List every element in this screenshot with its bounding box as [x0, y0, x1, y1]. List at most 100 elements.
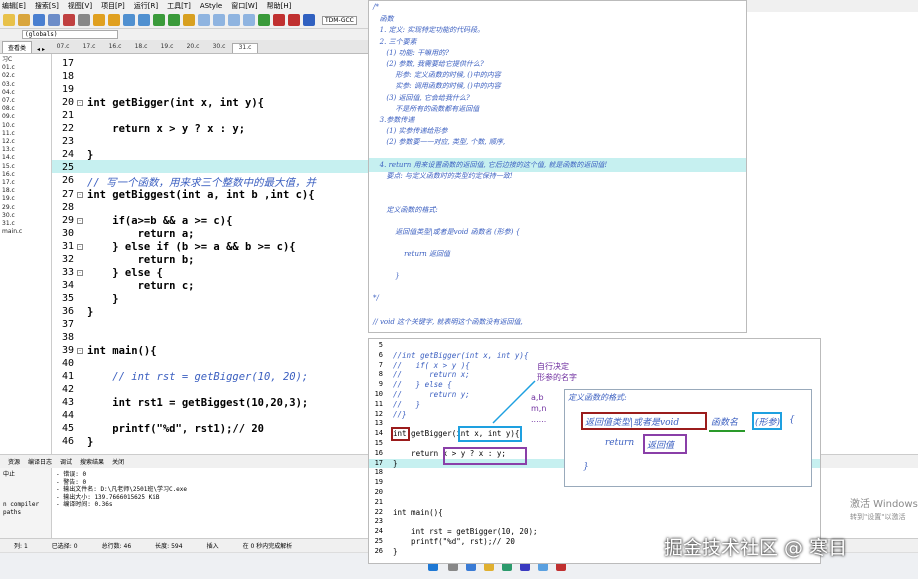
compile-run-icon[interactable] [243, 14, 255, 26]
file-tab[interactable]: 17.c [76, 43, 102, 53]
run-icon[interactable] [228, 14, 240, 26]
chart-icon[interactable] [288, 14, 300, 26]
right-line-number: 15 [374, 439, 383, 447]
bottom-tab[interactable]: 搜索结果 [80, 457, 104, 466]
line-number: 40 [61, 358, 74, 370]
fold-toggle-icon[interactable]: - [77, 191, 83, 198]
watermark: 掘金技术社区 @ 寒日 [664, 537, 848, 559]
save-all-icon[interactable] [48, 14, 60, 26]
compile-log: 中止 n compiler paths - 错误: 0- 警告: 0- 输出文件名… [0, 468, 370, 538]
find-icon[interactable] [123, 14, 135, 26]
note-line: 形参: 定义函数的时候, ()中的内容 [373, 71, 501, 80]
menu-item[interactable]: 运行[R] [134, 1, 158, 11]
menu-item[interactable]: 项目[P] [101, 1, 125, 11]
tree-item[interactable]: 11.c [2, 130, 51, 138]
tree-item[interactable]: 04.c [2, 89, 51, 97]
menu-item[interactable]: 窗口[W] [231, 1, 257, 11]
line-number: 34 [61, 279, 74, 291]
code-line: } [87, 149, 94, 162]
print-icon[interactable] [78, 14, 90, 26]
tree-item[interactable]: 15.c [2, 163, 51, 171]
indent-icon[interactable] [153, 14, 165, 26]
tree-item[interactable]: 07.c [2, 97, 51, 105]
open-icon[interactable] [18, 14, 30, 26]
tree-item[interactable]: 01.c [2, 64, 51, 72]
tree-item[interactable]: main.c [2, 228, 51, 236]
bookmark-icon[interactable] [183, 14, 195, 26]
tab-scroll-arrows[interactable]: ◂ ▸ [32, 46, 50, 53]
fold-toggle-icon[interactable]: - [77, 217, 83, 224]
save-icon[interactable] [33, 14, 45, 26]
fold-toggle-icon[interactable]: - [77, 269, 83, 276]
annot-self-decide: 自行决定 [537, 362, 569, 371]
right-line-number: 26 [374, 546, 383, 555]
stop-icon[interactable] [303, 14, 315, 26]
menu-item[interactable]: AStyle [200, 2, 222, 10]
right-line-number: 22 [374, 507, 383, 516]
menu-item[interactable]: 工具[T] [167, 1, 191, 11]
globals-select[interactable]: (globals) [22, 30, 118, 39]
right-line-number: 24 [374, 527, 383, 536]
right-line-number: 23 [374, 517, 383, 526]
tree-item[interactable]: 17.c [2, 179, 51, 187]
compile-icon[interactable] [213, 14, 225, 26]
tree-item[interactable]: 12.c [2, 138, 51, 146]
note-line: 3.参数传递 [373, 116, 415, 124]
redo-icon[interactable] [108, 14, 120, 26]
file-tab[interactable]: 07.c [50, 43, 76, 53]
close-icon[interactable] [63, 14, 75, 26]
tree-item[interactable]: 14.c [2, 154, 51, 162]
right-code-line: } [393, 546, 398, 556]
return-expr-box [443, 447, 527, 465]
status-length: 长度: 594 [155, 543, 183, 550]
tree-item[interactable]: 13.c [2, 146, 51, 154]
bottom-tab[interactable]: 资源 [8, 457, 20, 466]
tree-item[interactable]: 30.c [2, 212, 51, 220]
undo-icon[interactable] [93, 14, 105, 26]
code-line: // int rst = getBigger(10, 20); [87, 371, 309, 384]
line-number: 33 [61, 266, 74, 278]
bottom-tab[interactable]: 调试 [60, 457, 72, 466]
menu-item[interactable]: 视图[V] [68, 1, 92, 11]
tree-item[interactable]: 03.c [2, 81, 51, 89]
debug-icon[interactable] [273, 14, 285, 26]
menu-item[interactable]: 编辑[E] [2, 1, 26, 11]
file-tab[interactable]: 16.c [102, 43, 128, 53]
file-tab[interactable]: 31.c [232, 43, 259, 53]
check-icon[interactable] [258, 14, 270, 26]
format-return-kw: return [605, 438, 635, 448]
compiler-select[interactable]: TDM-GCC [322, 15, 357, 25]
fold-toggle-icon[interactable]: - [77, 348, 83, 355]
tab-row: 查看类 ◂ ▸ 07.c 17.c 16.c 18.c 19.c 20.c 30.c 31.c [0, 40, 370, 54]
note-line: 1. 定义: 实现特定功能的代码段。 [373, 26, 485, 35]
menu-item[interactable]: 搜索[S] [35, 1, 59, 11]
tree-item[interactable]: 08.c [2, 105, 51, 113]
file-tab[interactable]: 18.c [128, 43, 154, 53]
fold-toggle-icon[interactable]: - [77, 243, 83, 250]
tree-item[interactable]: 10.c [2, 122, 51, 130]
file-tab[interactable]: 20.c [180, 43, 206, 53]
line-number: 45 [61, 423, 74, 435]
menu-item[interactable]: 帮助[H] [267, 1, 292, 11]
tree-item[interactable]: 18.c [2, 187, 51, 195]
tree-item[interactable]: 16.c [2, 171, 51, 179]
line-number: 46 [61, 436, 74, 448]
tree-item[interactable]: 31.c [2, 220, 51, 228]
bottom-tab[interactable]: 编译日志 [28, 457, 52, 466]
new-file-icon[interactable] [3, 14, 15, 26]
format-brace-close: } [583, 462, 589, 472]
tab-class-view[interactable]: 查看类 [2, 41, 33, 53]
tree-item[interactable]: 习C [2, 56, 51, 64]
code-editor[interactable]: 17 18 19 20- int getBigger(int x, int y){21 2… [52, 54, 370, 454]
tree-item[interactable]: 02.c [2, 72, 51, 80]
bottom-tab[interactable]: 关闭 [112, 457, 124, 466]
file-tab[interactable]: 30.c [206, 43, 232, 53]
grid-icon[interactable] [198, 14, 210, 26]
unindent-icon[interactable] [168, 14, 180, 26]
file-tab[interactable]: 19.c [154, 43, 180, 53]
tree-item[interactable]: 19.c [2, 195, 51, 203]
replace-icon[interactable] [138, 14, 150, 26]
tree-item[interactable]: 09.c [2, 113, 51, 121]
tree-item[interactable]: 29.c [2, 204, 51, 212]
fold-toggle-icon[interactable]: - [77, 100, 83, 107]
